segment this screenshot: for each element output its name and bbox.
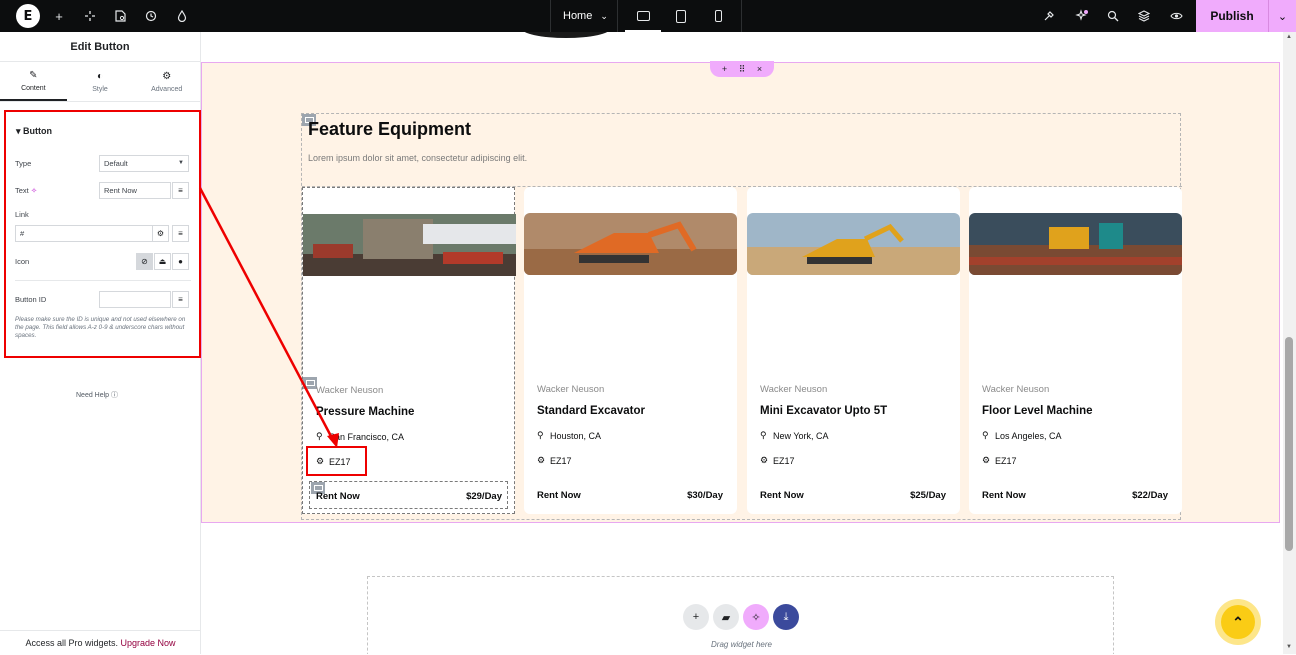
double-chevron-up-icon: ⌃ <box>1221 605 1255 639</box>
scrollbar-thumb[interactable] <box>1285 337 1293 551</box>
scroll-down-icon[interactable]: ▼ <box>1286 644 1292 650</box>
scroll-to-top-button[interactable]: ⌃ <box>1215 599 1261 645</box>
scroll-up-icon[interactable]: ▲ <box>1286 34 1292 40</box>
canvas-scrollbar[interactable]: ▲ ▼ <box>1283 32 1296 654</box>
annotation-arrow <box>198 187 339 448</box>
